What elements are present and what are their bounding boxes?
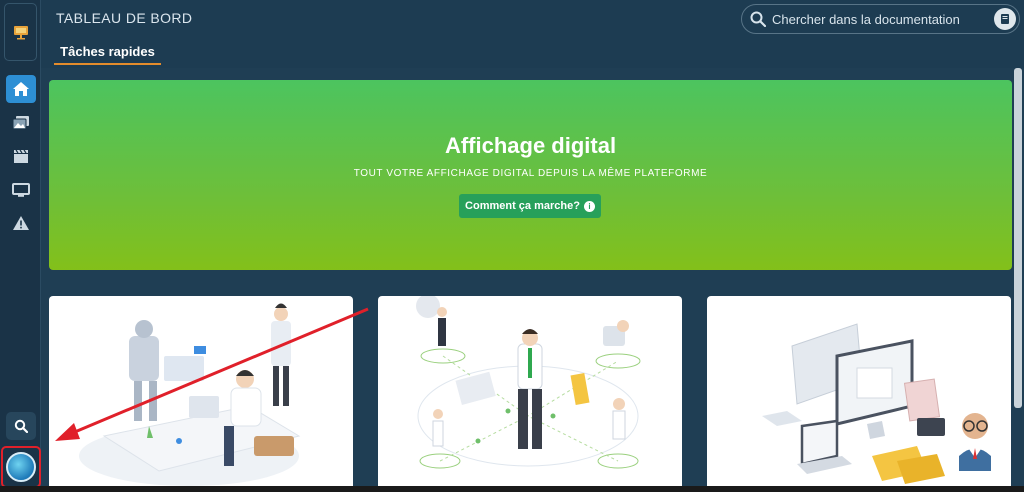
sidebar-item-media[interactable] bbox=[6, 109, 36, 137]
search-input[interactable] bbox=[772, 11, 982, 27]
app-logo[interactable] bbox=[4, 3, 37, 61]
sidebar bbox=[0, 0, 41, 492]
card-office-illustration[interactable] bbox=[49, 296, 353, 492]
sidebar-item-alerts[interactable] bbox=[6, 209, 36, 237]
monitor-icon bbox=[12, 183, 30, 197]
home-icon bbox=[13, 82, 29, 96]
app-window: ⇥ TABLEAU DE BORD Tâches rapides Afficha… bbox=[0, 0, 1024, 492]
devices-illustration bbox=[762, 323, 991, 484]
card-devices-illustration[interactable] bbox=[707, 296, 1011, 492]
book-glyph bbox=[1001, 14, 1009, 24]
page-scrollbar[interactable] bbox=[1014, 68, 1022, 408]
page-title: TABLEAU DE BORD bbox=[56, 10, 193, 26]
avatar bbox=[6, 452, 36, 482]
search-icon bbox=[14, 419, 28, 433]
taskbar-strip bbox=[0, 486, 1024, 492]
book-icon[interactable] bbox=[994, 8, 1016, 30]
sidebar-search-button[interactable] bbox=[6, 412, 36, 440]
hero-banner: Affichage digital TOUT VOTRE AFFICHAGE D… bbox=[49, 80, 1012, 270]
how-it-works-label: Comment ça marche? bbox=[465, 200, 580, 212]
hero-subtitle: TOUT VOTRE AFFICHAGE DIGITAL DEPUIS LA M… bbox=[353, 168, 708, 179]
search-icon bbox=[750, 11, 766, 27]
sidebar-item-screens[interactable] bbox=[6, 176, 36, 204]
user-avatar-button[interactable] bbox=[1, 446, 41, 488]
logo-icon bbox=[13, 26, 28, 40]
images-icon bbox=[12, 116, 29, 130]
hero-title: Affichage digital bbox=[444, 133, 617, 158]
warning-icon bbox=[13, 216, 29, 230]
sidebar-item-playlists[interactable] bbox=[6, 142, 36, 170]
how-it-works-button[interactable]: Comment ça marche? i bbox=[459, 194, 601, 218]
info-icon: i bbox=[583, 200, 595, 212]
sidebar-item-home[interactable] bbox=[6, 75, 36, 103]
office-illustration bbox=[79, 303, 301, 486]
documentation-search[interactable] bbox=[741, 4, 1020, 34]
tab-quick-tasks[interactable]: Tâches rapides bbox=[54, 40, 161, 65]
clapperboard-icon bbox=[14, 149, 28, 163]
network-illustration bbox=[416, 296, 641, 469]
card-network-illustration[interactable] bbox=[378, 296, 682, 492]
